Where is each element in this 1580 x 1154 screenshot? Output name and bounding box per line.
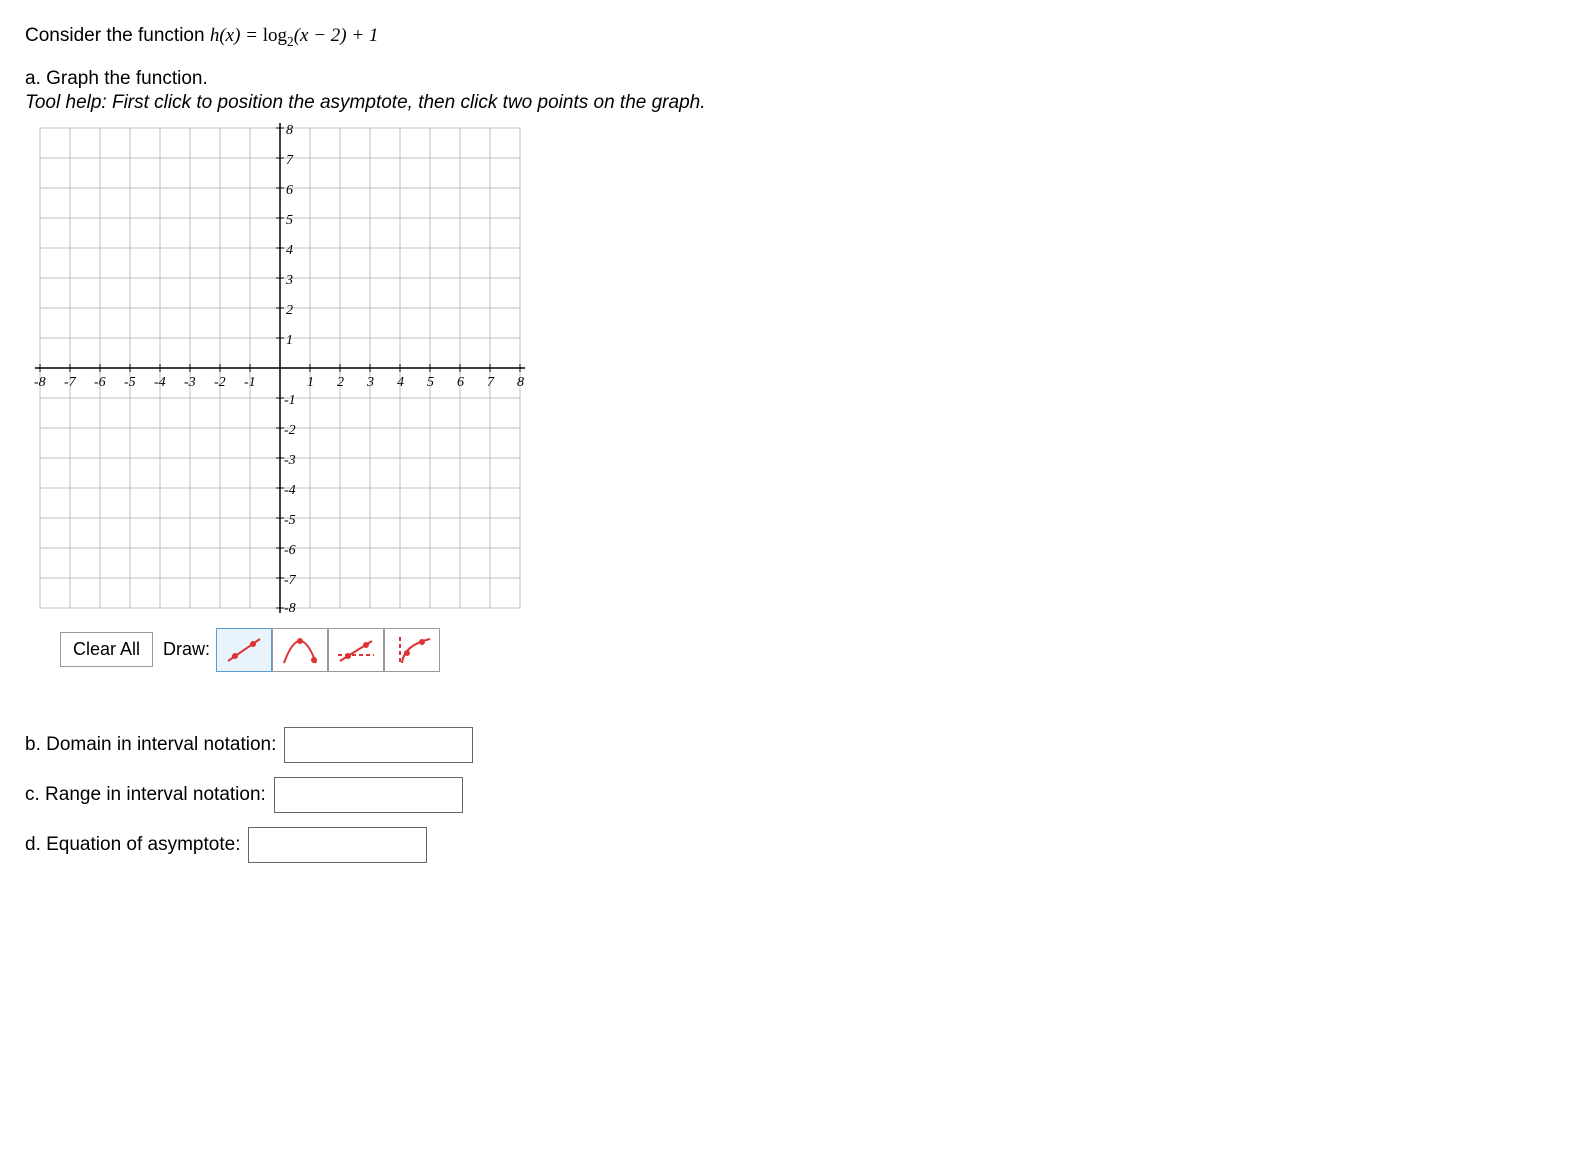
svg-text:-7: -7 — [284, 573, 297, 588]
svg-text:-1: -1 — [244, 375, 256, 390]
svg-text:2: 2 — [286, 303, 293, 318]
svg-text:-8: -8 — [34, 375, 46, 390]
svg-text:-3: -3 — [184, 375, 196, 390]
svg-text:-2: -2 — [214, 375, 226, 390]
tool-help-text: Tool help: First click to position the a… — [25, 92, 1555, 114]
part-a-label: a. Graph the function. — [25, 68, 1555, 90]
svg-text:1: 1 — [307, 375, 314, 390]
part-c-row: c. Range in interval notation: — [25, 777, 1555, 813]
svg-text:6: 6 — [457, 375, 464, 390]
svg-text:-2: -2 — [284, 423, 296, 438]
svg-text:-6: -6 — [94, 375, 106, 390]
prompt-intro: Consider the function — [25, 25, 210, 46]
svg-text:3: 3 — [366, 375, 374, 390]
svg-text:-1: -1 — [284, 393, 296, 408]
svg-text:7: 7 — [286, 153, 294, 168]
svg-text:-7: -7 — [64, 375, 77, 390]
svg-text:-5: -5 — [284, 513, 296, 528]
graph-canvas[interactable]: -8 -7 -6 -5 -4 -3 -2 -1 1 2 3 4 5 6 7 8 8 7 6 5 4 3 2 1… — [30, 118, 1555, 672]
svg-text:-5: -5 — [124, 375, 136, 390]
asymptote-line-tool-icon[interactable] — [328, 628, 384, 672]
line-tool-icon[interactable] — [216, 628, 272, 672]
part-d-row: d. Equation of asymptote: — [25, 827, 1555, 863]
log-curve-tool-icon[interactable] — [384, 628, 440, 672]
svg-text:8: 8 — [286, 123, 293, 138]
graph-controls: Clear All Draw: — [60, 628, 1555, 672]
svg-text:3: 3 — [285, 273, 293, 288]
svg-text:-4: -4 — [284, 483, 296, 498]
svg-text:4: 4 — [397, 375, 404, 390]
part-b-row: b. Domain in interval notation: — [25, 727, 1555, 763]
svg-text:-8: -8 — [284, 601, 296, 616]
part-b-label: b. Domain in interval notation: — [25, 734, 276, 756]
svg-text:6: 6 — [286, 183, 293, 198]
coordinate-grid[interactable]: -8 -7 -6 -5 -4 -3 -2 -1 1 2 3 4 5 6 7 8 8 7 6 5 4 3 2 1… — [30, 118, 530, 618]
svg-text:5: 5 — [427, 375, 434, 390]
function-expression: h(x) = log2(x − 2) + 1 — [210, 25, 379, 46]
asymptote-input[interactable] — [248, 827, 427, 863]
parabola-tool-icon[interactable] — [272, 628, 328, 672]
svg-text:2: 2 — [337, 375, 344, 390]
svg-text:7: 7 — [487, 375, 495, 390]
domain-input[interactable] — [284, 727, 473, 763]
questions-block: b. Domain in interval notation: c. Range… — [25, 727, 1555, 863]
svg-text:8: 8 — [517, 375, 524, 390]
range-input[interactable] — [274, 777, 463, 813]
clear-all-button[interactable]: Clear All — [60, 632, 153, 667]
svg-text:5: 5 — [286, 213, 293, 228]
svg-text:-6: -6 — [284, 543, 296, 558]
svg-text:1: 1 — [286, 333, 293, 348]
part-d-label: d. Equation of asymptote: — [25, 834, 240, 856]
svg-text:-4: -4 — [154, 375, 166, 390]
draw-tool-palette — [216, 628, 440, 672]
svg-text:-3: -3 — [284, 453, 296, 468]
part-c-label: c. Range in interval notation: — [25, 784, 266, 806]
problem-prompt: Consider the function h(x) = log2(x − 2)… — [25, 25, 1555, 50]
svg-text:4: 4 — [286, 243, 293, 258]
draw-label: Draw: — [163, 639, 210, 660]
